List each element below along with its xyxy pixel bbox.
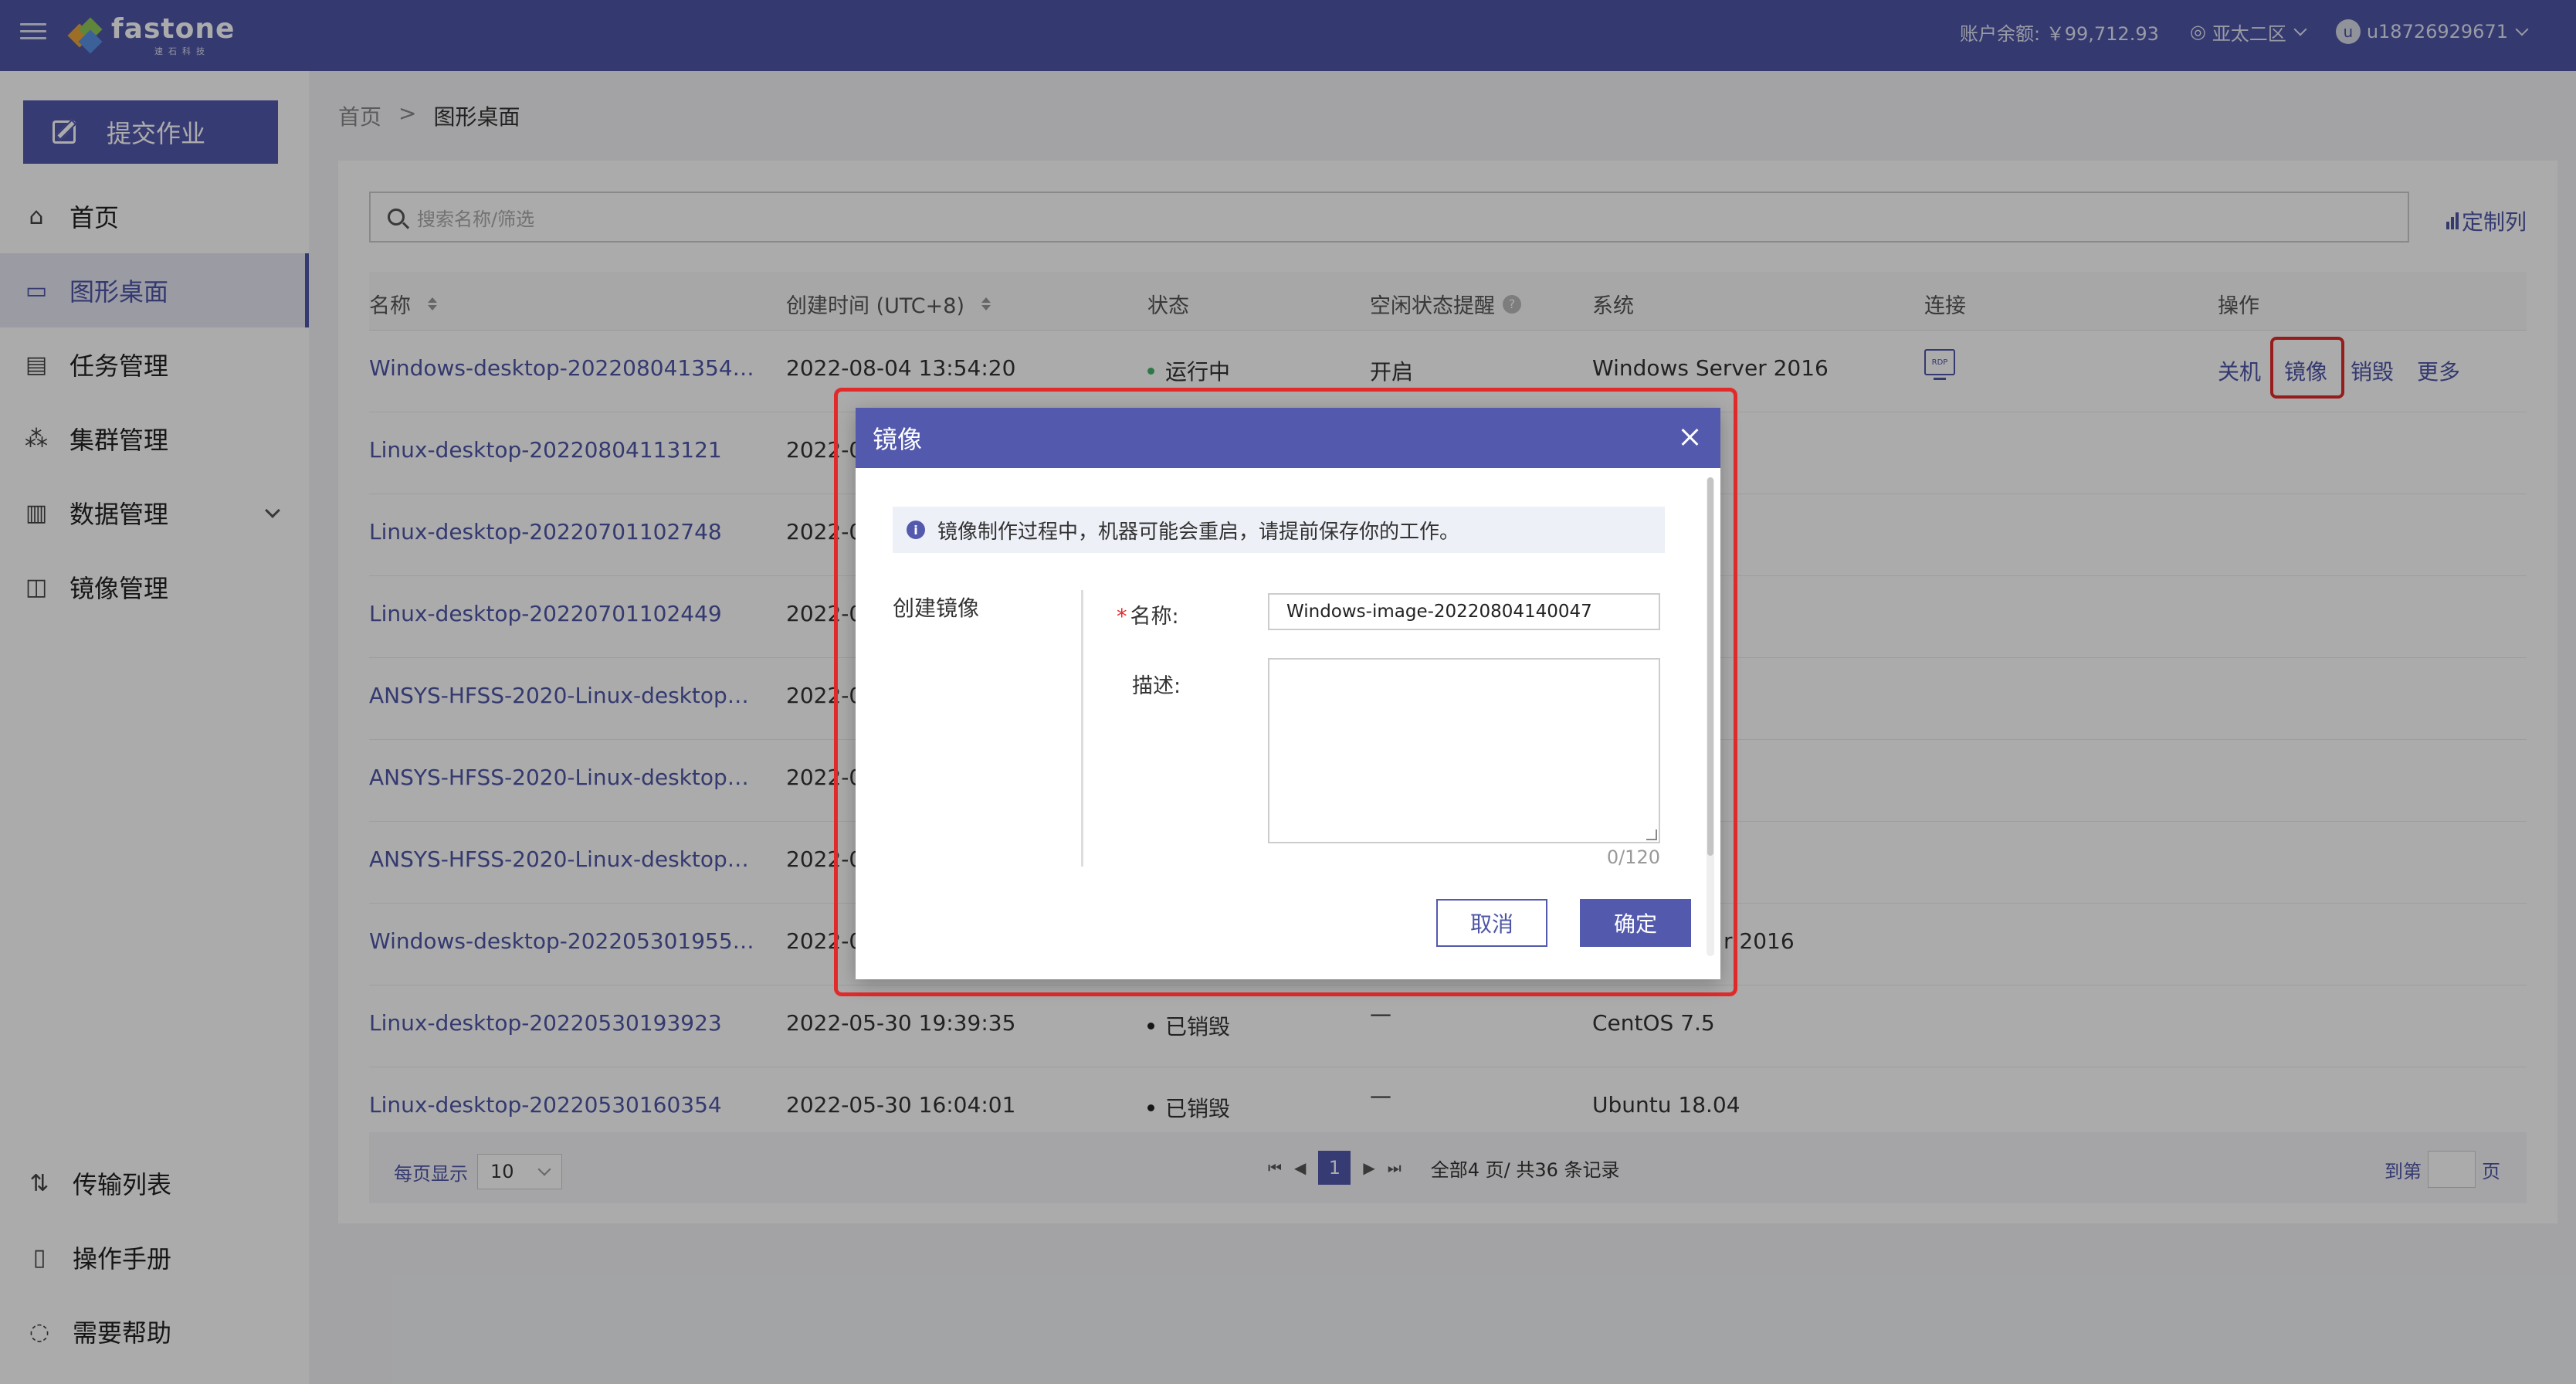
cancel-button[interactable]: 取消 — [1436, 899, 1547, 947]
description-label: 描述: — [1132, 674, 1181, 698]
char-counter: 0/120 — [1606, 846, 1660, 868]
dialog-title: 镜像 — [873, 425, 923, 454]
notice-text: 镜像制作过程中，机器可能会重启，请提前保存你的工作。 — [937, 520, 1460, 544]
required-mark: * — [1117, 605, 1127, 629]
confirm-button[interactable]: 确定 — [1580, 899, 1691, 947]
description-textarea[interactable] — [1268, 658, 1660, 843]
dialog-scrollbar[interactable] — [1707, 477, 1714, 956]
info-icon: i — [907, 521, 925, 539]
section-title: 创建镜像 — [893, 595, 980, 621]
dialog-header: 镜像 — [856, 408, 1720, 468]
info-notice: i 镜像制作过程中，机器可能会重启，请提前保存你的工作。 — [893, 507, 1665, 553]
section-divider — [1081, 590, 1083, 867]
name-label-text: 名称: — [1130, 605, 1179, 629]
close-icon[interactable] — [1676, 423, 1703, 451]
name-label: * 名称: — [1117, 599, 1179, 629]
image-name-input[interactable]: Windows-image-20220804140047 — [1268, 593, 1660, 630]
mirror-dialog: 镜像 i 镜像制作过程中，机器可能会重启，请提前保存你的工作。 创建镜像 * 名称… — [856, 408, 1720, 979]
